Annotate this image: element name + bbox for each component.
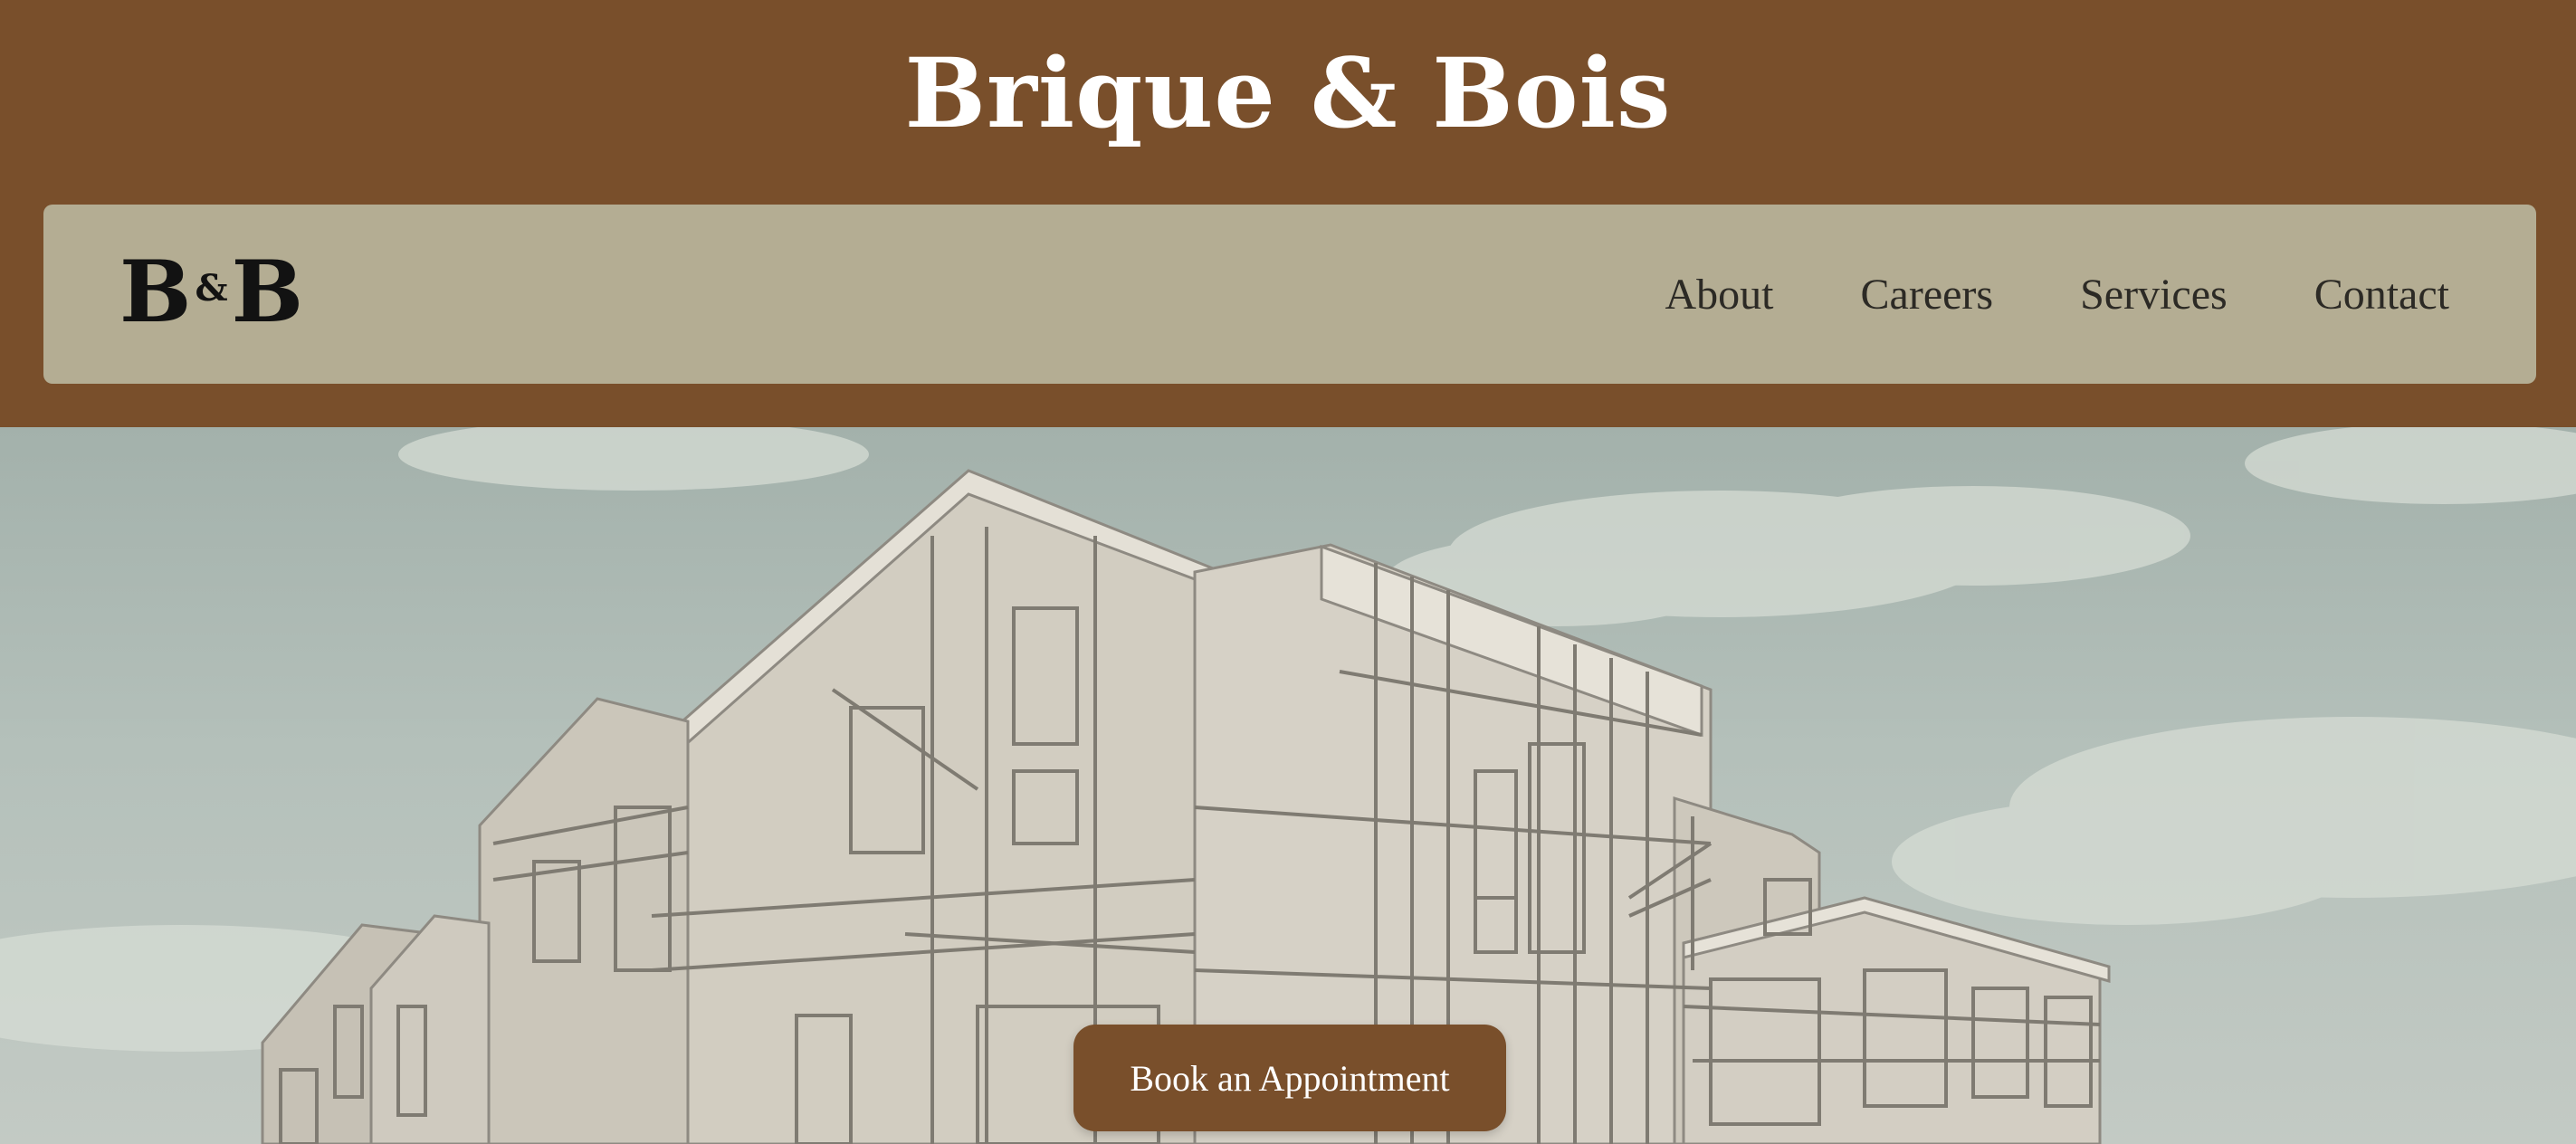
nav-link-services[interactable]: Services <box>2080 270 2228 319</box>
nav-links: About Careers Services Contact <box>1665 205 2449 384</box>
page: Brique & Bois B & B About Careers Servic… <box>0 0 2576 1144</box>
book-appointment-button[interactable]: Book an Appointment <box>1073 1025 1506 1131</box>
navbar: B & B About Careers Services Contact <box>43 205 2536 384</box>
logo-letter-left: B <box>119 243 192 342</box>
logo-ampersand: & <box>195 267 228 310</box>
nav-link-contact[interactable]: Contact <box>2314 270 2449 319</box>
logo[interactable]: B & B <box>119 243 303 342</box>
site-title: Brique & Bois <box>904 36 1672 149</box>
nav-link-about[interactable]: About <box>1665 270 1774 319</box>
site-header: Brique & Bois B & B About Careers Servic… <box>0 0 2576 427</box>
logo-letter-right: B <box>231 243 304 342</box>
nav-link-careers[interactable]: Careers <box>1861 270 1994 319</box>
